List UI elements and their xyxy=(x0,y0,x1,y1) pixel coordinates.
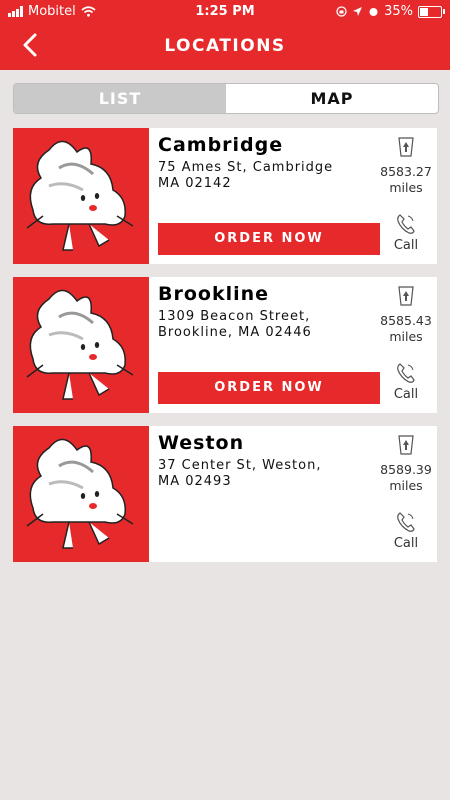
distance-unit: miles xyxy=(389,478,423,493)
location-address-line1: 75 Ames St, Cambridge xyxy=(158,160,334,175)
mascot-image xyxy=(13,128,149,264)
location-name: Brookline xyxy=(158,283,270,305)
app-header: Mobitel 1:25 PM 35% LOCATIONS xyxy=(0,0,450,70)
location-address-line2: MA 02142 xyxy=(158,176,232,191)
location-arrow-icon xyxy=(353,7,363,16)
location-address-line1: 1309 Beacon Street, xyxy=(158,309,311,324)
lock-rotation-icon xyxy=(336,6,347,17)
mascot-image xyxy=(13,426,149,562)
distance-unit: miles xyxy=(389,329,423,344)
distance-value: 8585.43 xyxy=(380,313,432,328)
location-card[interactable]: Cambridge 75 Ames St, Cambridge MA 02142… xyxy=(13,128,437,264)
directions-icon[interactable] xyxy=(395,434,417,456)
status-bar: Mobitel 1:25 PM 35% xyxy=(0,0,450,22)
order-now-button[interactable]: ORDER NOW xyxy=(158,223,380,255)
tab-list[interactable]: LIST xyxy=(14,84,226,113)
distance-unit: miles xyxy=(389,180,423,195)
location-name: Cambridge xyxy=(158,134,284,156)
location-name: Weston xyxy=(158,432,245,454)
phone-icon[interactable] xyxy=(396,511,416,533)
mascot-image xyxy=(13,277,149,413)
call-label[interactable]: Call xyxy=(375,387,437,402)
call-label[interactable]: Call xyxy=(375,536,437,551)
tab-map[interactable]: MAP xyxy=(226,84,438,113)
location-address-line2: Brookline, MA 02446 xyxy=(158,325,312,340)
directions-icon[interactable] xyxy=(395,285,417,307)
view-toggle: LIST MAP xyxy=(13,83,439,114)
order-now-button[interactable]: ORDER NOW xyxy=(158,372,380,404)
page-title: LOCATIONS xyxy=(164,36,286,56)
distance-value: 8583.27 xyxy=(380,164,432,179)
phone-icon[interactable] xyxy=(396,213,416,235)
battery-percent: 35% xyxy=(384,4,413,19)
directions-icon[interactable] xyxy=(395,136,417,158)
location-card[interactable]: Weston 37 Center St, Weston, MA 02493 85… xyxy=(13,426,437,562)
location-address-line2: MA 02493 xyxy=(158,474,232,489)
distance-value: 8589.39 xyxy=(380,462,432,477)
battery-icon xyxy=(418,5,445,18)
alarm-icon xyxy=(369,8,378,16)
call-label[interactable]: Call xyxy=(375,238,437,253)
location-address-line1: 37 Center St, Weston, xyxy=(158,458,322,473)
location-card[interactable]: Brookline 1309 Beacon Street, Brookline,… xyxy=(13,277,437,413)
phone-icon[interactable] xyxy=(396,362,416,384)
